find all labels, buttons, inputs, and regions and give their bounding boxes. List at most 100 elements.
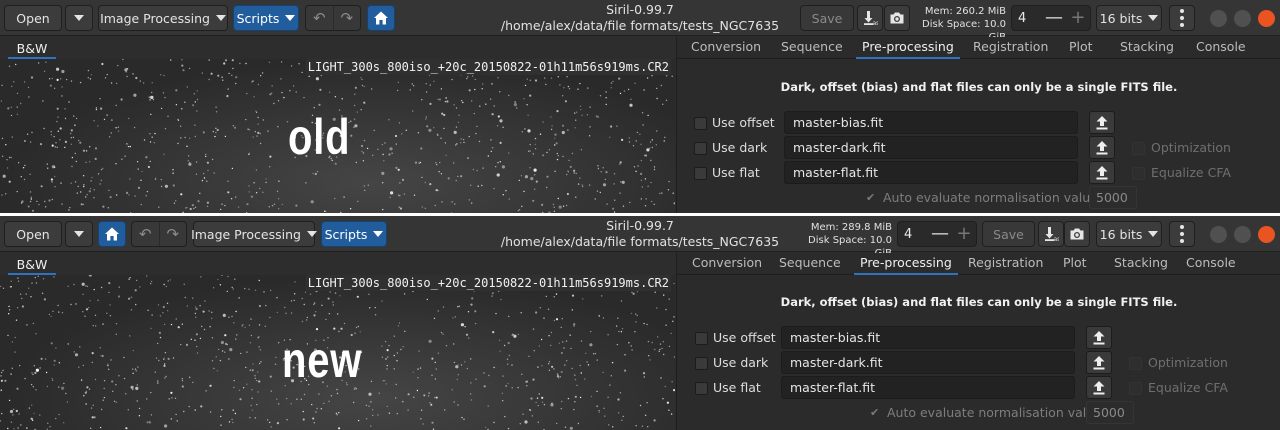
tab-conversion[interactable]: Conversion: [691, 37, 761, 59]
close-window-button[interactable]: [1258, 10, 1275, 27]
plus-icon[interactable]: +: [952, 222, 976, 246]
undo-icon[interactable]: ↶: [132, 222, 160, 246]
image-tab-bw[interactable]: B&W: [8, 253, 56, 275]
dark-browse-button[interactable]: [1089, 136, 1115, 159]
equalize-cfa-checkbox[interactable]: [1132, 167, 1145, 180]
minimize-window-button[interactable]: [1210, 226, 1227, 243]
image-tab-bw[interactable]: B&W: [8, 37, 56, 59]
normalisation-value[interactable]: 5000: [1086, 401, 1134, 424]
tab-console[interactable]: Console: [1196, 37, 1246, 59]
auto-evaluate-checkbox[interactable]: ✔: [866, 186, 875, 210]
tab-sequence[interactable]: Sequence: [779, 253, 841, 275]
save-as-button[interactable]: as: [857, 5, 883, 31]
comparison-label: new: [282, 332, 363, 388]
main-tabs: Conversion Sequence Pre-processing Regis…: [677, 37, 1280, 59]
threads-value[interactable]: 4: [1012, 11, 1042, 26]
menu-dots-icon: [1180, 225, 1184, 243]
home-icon: [105, 227, 119, 241]
bit-depth-label: 16 bits: [1099, 226, 1143, 242]
offset-row: Use offset master-bias.fit: [677, 326, 1280, 350]
main-menu-button[interactable]: [1169, 221, 1195, 247]
header-bar: Open ↶ ↷ Image Processing Scripts Siril-0…: [0, 216, 1280, 259]
open-recent-dropdown[interactable]: [65, 5, 93, 31]
snapshot-button[interactable]: [1064, 221, 1090, 247]
save-button[interactable]: Save: [982, 221, 1035, 247]
flat-browse-button[interactable]: [1086, 376, 1112, 399]
chevron-down-icon: [1148, 231, 1159, 237]
auto-evaluate-checkbox[interactable]: ✔: [870, 401, 879, 425]
header-bar: Open Image Processing Scripts ↶ ↷ Siril-0…: [0, 0, 1280, 43]
flat-row: Use flat master-flat.fit Equalize CFA: [677, 376, 1280, 400]
undo-icon[interactable]: ↶: [306, 6, 334, 30]
app-title: Siril-0.99.7: [606, 2, 674, 17]
open-button[interactable]: Open: [4, 5, 62, 31]
optimization-checkbox[interactable]: [1129, 357, 1142, 370]
equalize-cfa-label: Equalize CFA: [1148, 380, 1228, 395]
home-button[interactable]: [98, 221, 126, 247]
scripts-menu[interactable]: Scripts: [233, 5, 299, 31]
close-window-button[interactable]: [1258, 226, 1275, 243]
flat-row: Use flat master-flat.fit Equalize CFA: [677, 161, 1280, 185]
image-view[interactable]: LIGHT_300s_800iso_+20c_20150822-01h11m56…: [0, 59, 675, 213]
tab-pre-processing[interactable]: Pre-processing: [856, 37, 960, 59]
image-view[interactable]: LIGHT_300s_800iso_+20c_20150822-01h11m56…: [0, 275, 675, 430]
equalize-cfa-label: Equalize CFA: [1151, 165, 1231, 180]
threads-spinner[interactable]: 4 — +: [1011, 5, 1091, 31]
flat-file-entry[interactable]: master-flat.fit: [781, 376, 1075, 399]
offset-file-entry[interactable]: master-bias.fit: [784, 111, 1078, 134]
tab-registration[interactable]: Registration: [973, 37, 1048, 59]
tab-console[interactable]: Console: [1186, 253, 1236, 275]
flat-browse-button[interactable]: [1089, 161, 1115, 184]
maximize-window-button[interactable]: [1234, 226, 1251, 243]
tab-conversion[interactable]: Conversion: [692, 253, 762, 275]
save-button[interactable]: Save: [800, 5, 854, 31]
use-flat-checkbox[interactable]: [694, 167, 707, 180]
minus-icon[interactable]: —: [1042, 6, 1066, 30]
minus-icon[interactable]: —: [928, 222, 952, 246]
upload-icon: [1096, 141, 1108, 155]
offset-browse-button[interactable]: [1086, 326, 1112, 349]
redo-icon[interactable]: ↷: [160, 222, 187, 246]
threads-value[interactable]: 4: [898, 227, 928, 242]
snapshot-button[interactable]: [884, 5, 910, 31]
threads-spinner[interactable]: 4 — +: [897, 221, 977, 247]
open-button[interactable]: Open: [4, 221, 62, 247]
optimization-checkbox[interactable]: [1132, 142, 1145, 155]
tab-sequence[interactable]: Sequence: [781, 37, 843, 59]
equalize-cfa-checkbox[interactable]: [1129, 382, 1142, 395]
scripts-menu[interactable]: Scripts: [321, 221, 387, 247]
tab-plot[interactable]: Plot: [1063, 253, 1087, 275]
image-processing-menu[interactable]: Image Processing: [98, 5, 228, 31]
main-menu-button[interactable]: [1169, 5, 1195, 31]
use-dark-checkbox[interactable]: [695, 357, 708, 370]
bit-depth-menu[interactable]: 16 bits: [1096, 5, 1162, 31]
dark-file-entry[interactable]: master-dark.fit: [781, 351, 1075, 374]
offset-browse-button[interactable]: [1089, 111, 1115, 134]
use-offset-checkbox[interactable]: [694, 117, 707, 130]
plus-icon[interactable]: +: [1066, 6, 1090, 30]
open-recent-dropdown[interactable]: [65, 221, 93, 247]
image-processing-menu[interactable]: Image Processing: [191, 221, 317, 247]
maximize-window-button[interactable]: [1234, 10, 1251, 27]
save-as-button[interactable]: as: [1038, 221, 1064, 247]
tab-pre-processing[interactable]: Pre-processing: [854, 253, 958, 275]
minimize-window-button[interactable]: [1210, 10, 1227, 27]
use-offset-checkbox[interactable]: [695, 332, 708, 345]
tab-stacking[interactable]: Stacking: [1120, 37, 1174, 59]
use-flat-checkbox[interactable]: [695, 382, 708, 395]
home-button[interactable]: [367, 5, 395, 31]
dark-file-entry[interactable]: master-dark.fit: [784, 136, 1078, 159]
tab-plot[interactable]: Plot: [1069, 37, 1093, 59]
scripts-label: Scripts: [236, 10, 280, 26]
redo-icon[interactable]: ↷: [334, 6, 361, 30]
tab-registration[interactable]: Registration: [968, 253, 1043, 275]
normalisation-value[interactable]: 5000: [1089, 186, 1137, 209]
upload-icon: [1096, 166, 1108, 180]
dark-browse-button[interactable]: [1086, 351, 1112, 374]
tab-stacking[interactable]: Stacking: [1114, 253, 1168, 275]
flat-file-entry[interactable]: master-flat.fit: [784, 161, 1078, 184]
use-dark-checkbox[interactable]: [694, 142, 707, 155]
bit-depth-menu[interactable]: 16 bits: [1096, 221, 1162, 247]
window-title: Siril-0.99.7 /home/alex/data/file format…: [480, 2, 800, 34]
offset-file-entry[interactable]: master-bias.fit: [781, 326, 1075, 349]
